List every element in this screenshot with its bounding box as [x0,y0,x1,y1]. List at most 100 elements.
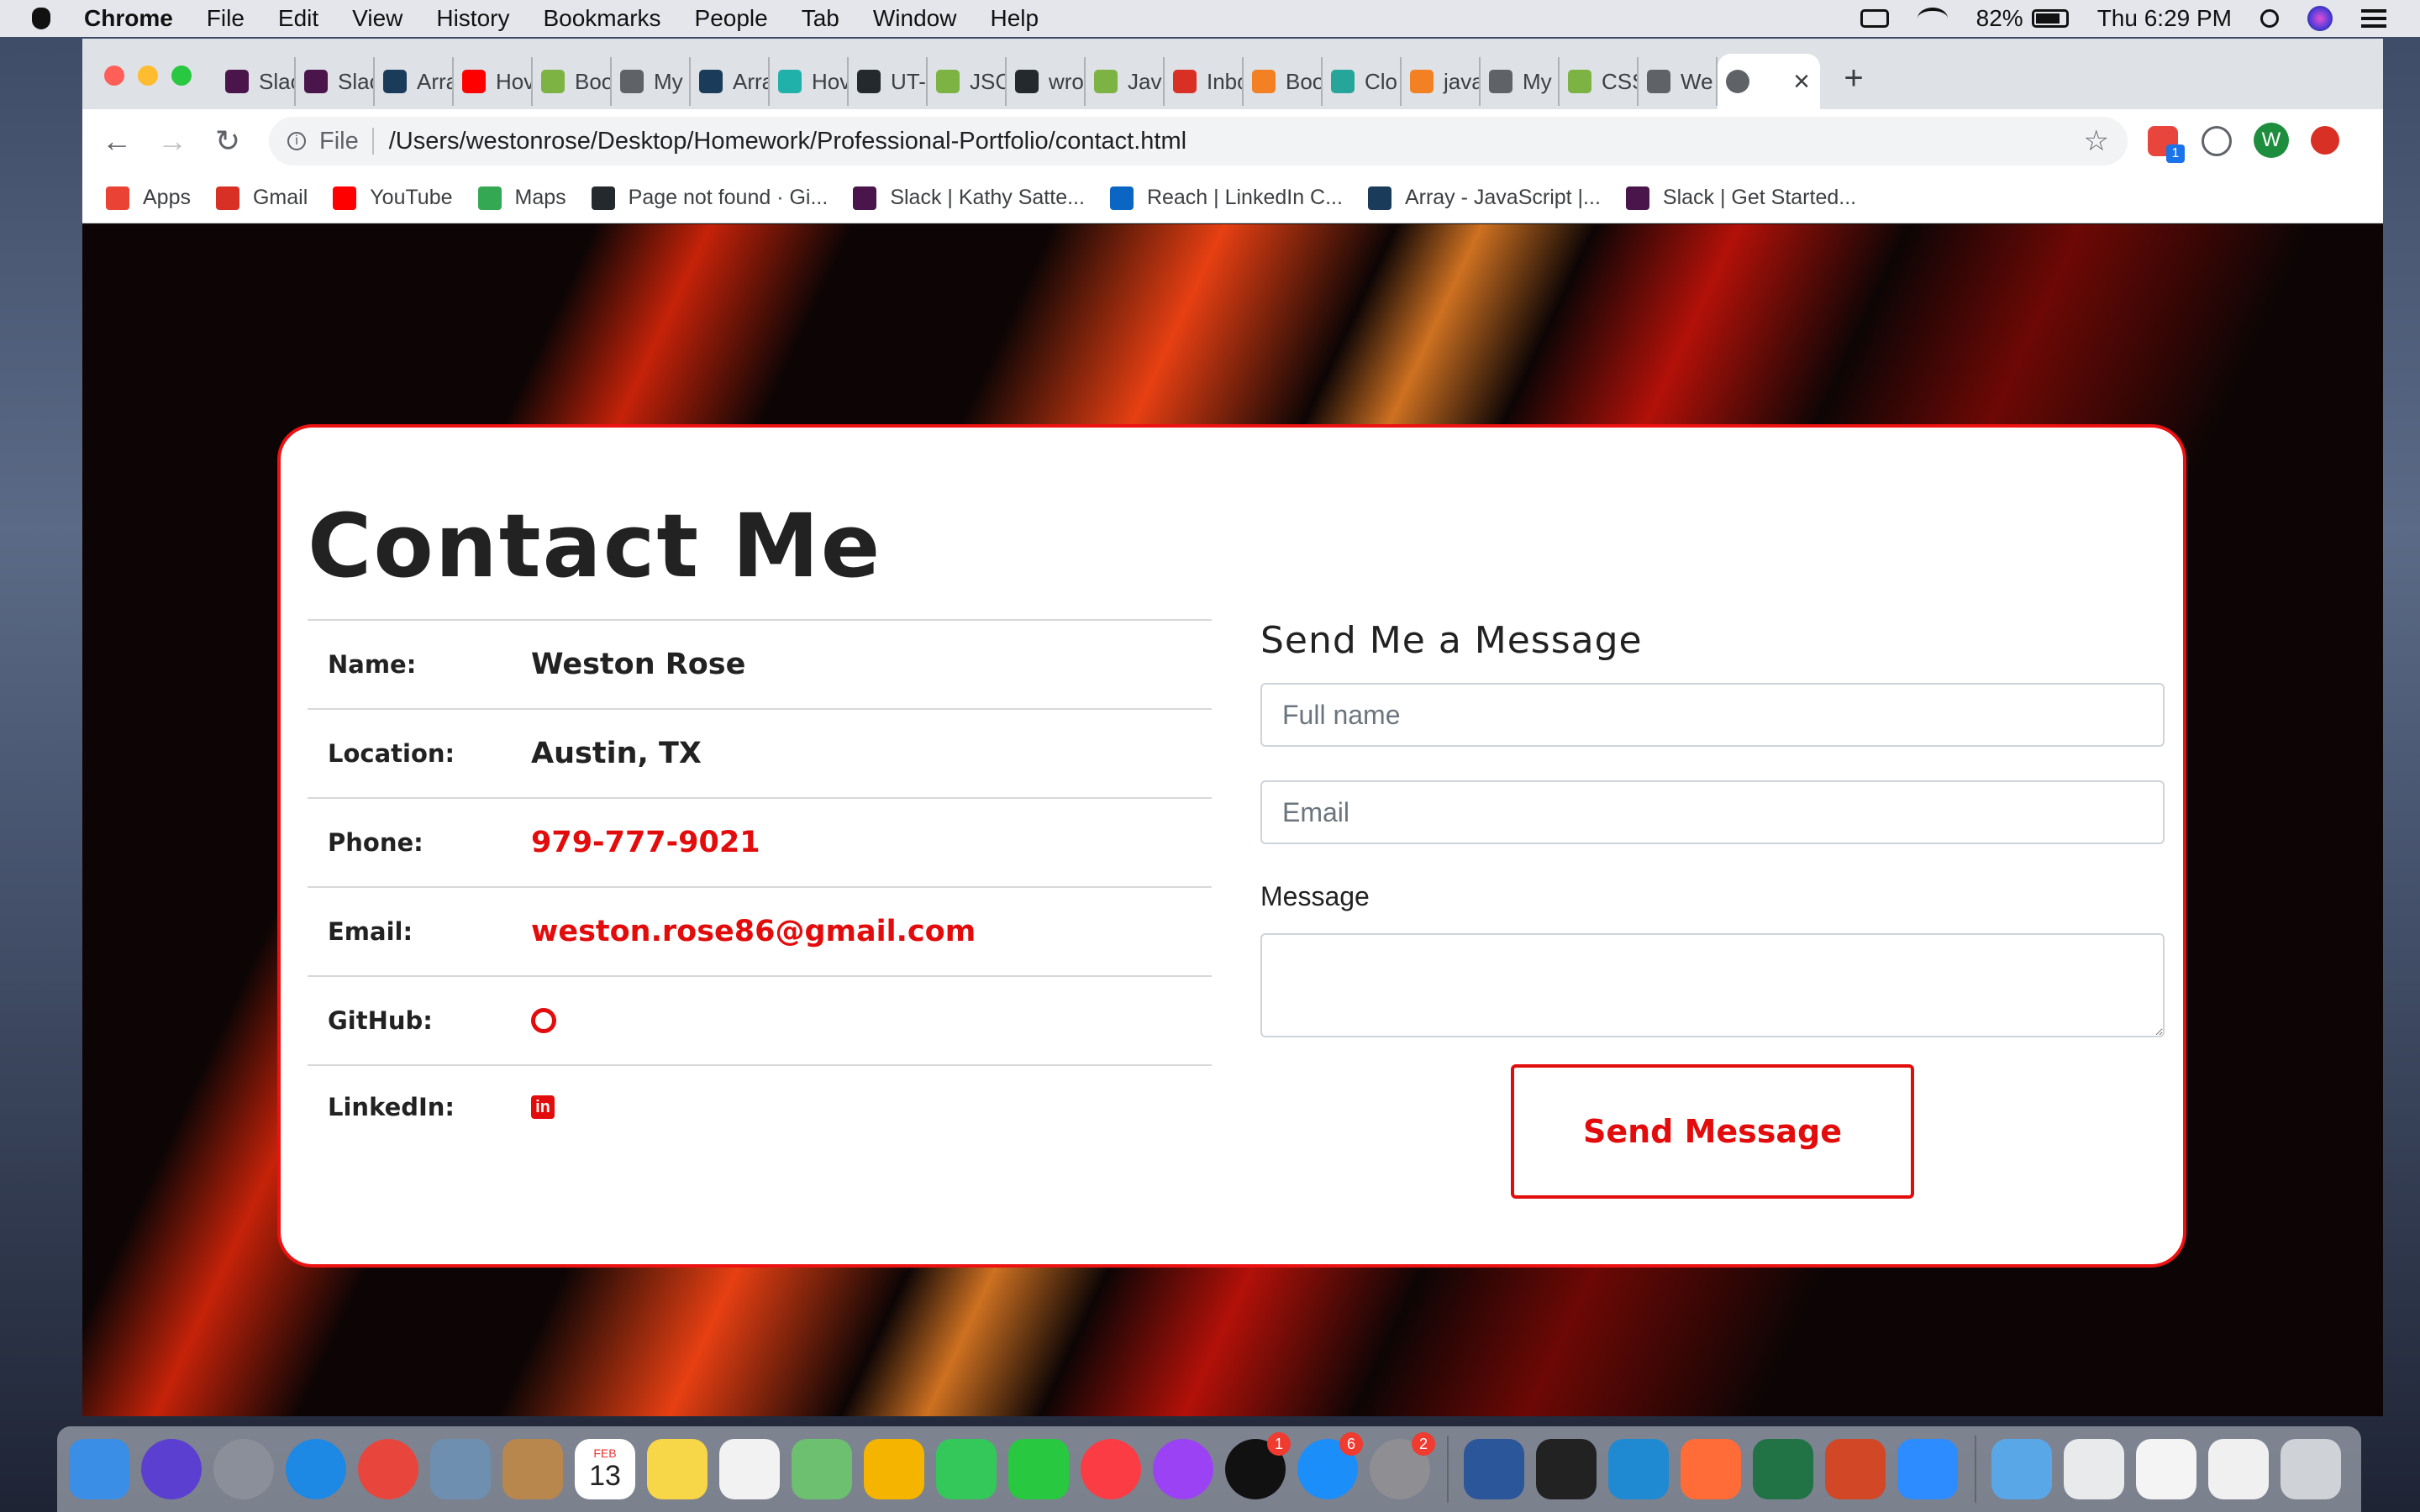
full-name-input[interactable] [1260,683,2165,747]
browser-tab[interactable]: Clo [1323,57,1402,106]
battery-icon[interactable] [2031,9,2069,28]
address-bar[interactable]: i File /Users/westonrose/Desktop/Homewor… [269,117,2128,165]
dock-app-store-icon[interactable]: 6 [1297,1432,1363,1499]
email-link[interactable]: weston.rose86@gmail.com [531,915,976,948]
browser-tab[interactable]: Slac [217,57,296,106]
dock-downloads-folder-icon[interactable] [1991,1439,2052,1499]
new-tab-button[interactable]: + [1828,54,1879,102]
bookmark-item[interactable]: Page not found · Gi... [591,186,828,210]
menu-help[interactable]: Help [990,5,1039,32]
menu-clock[interactable]: Thu 6:29 PM [2097,5,2232,32]
dock-postman-icon[interactable] [1681,1439,1741,1499]
browser-tab[interactable]: java [1402,57,1481,106]
minimize-window-button[interactable] [138,66,158,86]
menu-app-name[interactable]: Chrome [84,5,173,32]
dock-safari-icon[interactable] [286,1439,346,1499]
dock-launchpad-icon[interactable] [213,1439,274,1499]
browser-tab[interactable]: We [1639,57,1718,106]
apple-menu-icon[interactable] [32,8,50,29]
forward-icon[interactable]: → [145,113,200,169]
dock-messages-icon[interactable] [936,1439,997,1499]
dock-word-icon[interactable] [1464,1439,1524,1499]
menu-people[interactable]: People [695,5,768,32]
browser-tab[interactable]: wro [1007,57,1086,106]
dock-chrome-icon[interactable] [358,1439,418,1499]
dock-maps-icon[interactable] [792,1439,852,1499]
dock-recent-screenshot-3-icon[interactable] [2208,1439,2269,1499]
dock-facetime-icon[interactable] [1008,1439,1069,1499]
zoom-window-button[interactable] [171,66,192,86]
phone-link[interactable]: 979-777-9021 [531,826,760,859]
browser-tab[interactable]: My [612,57,691,106]
browser-tab[interactable]: Hov [454,57,533,106]
dock-terminal-icon[interactable] [1536,1439,1597,1499]
github-icon[interactable] [531,1008,556,1033]
message-textarea[interactable] [1260,933,2165,1037]
dock-recent-screenshot-2-icon[interactable] [2136,1439,2196,1499]
browser-tab[interactable]: Inbo [1165,57,1244,106]
bookmark-item[interactable]: Reach | LinkedIn C... [1109,186,1343,210]
menu-bookmarks[interactable]: Bookmarks [543,5,660,32]
back-icon[interactable]: ← [89,113,145,169]
bookmark-item[interactable]: Gmail [215,186,308,210]
close-tab-icon[interactable]: × [1793,66,1810,98]
browser-tab[interactable]: Jav [1086,57,1165,106]
extension-icon-2[interactable] [2202,126,2232,156]
update-icon[interactable] [2311,126,2339,155]
spotlight-search-icon[interactable] [2260,9,2279,28]
close-window-button[interactable] [104,66,124,86]
active-tab[interactable]: × [1718,54,1820,109]
browser-tab[interactable]: JSC [928,57,1007,106]
menu-history[interactable]: History [436,5,509,32]
browser-tab[interactable]: Arra [375,57,454,106]
dock-vscode-icon[interactable] [1608,1439,1669,1499]
site-info-icon[interactable]: i [287,132,306,150]
dock-calendar-icon[interactable]: FEB 13 [575,1439,635,1499]
dock-trash-icon[interactable] [2281,1439,2341,1499]
menu-file[interactable]: File [207,5,245,32]
dock-siri-icon[interactable] [141,1439,202,1499]
bookmark-item[interactable]: Array - JavaScript |... [1367,186,1601,210]
dock-contacts-icon[interactable] [502,1439,563,1499]
bookmark-item[interactable]: Slack | Get Started... [1625,186,1856,210]
menu-tab[interactable]: Tab [802,5,839,32]
browser-tab[interactable]: Hov [770,57,849,106]
email-input[interactable] [1260,780,2165,844]
dock-tv-icon[interactable]: 1 [1225,1432,1291,1499]
extension-icon[interactable]: 1 [2148,126,2185,163]
browser-tab[interactable]: Boo [533,57,612,106]
dock-system-preferences-icon[interactable]: 2 [1370,1432,1435,1499]
linkedin-icon[interactable]: in [531,1095,555,1119]
profile-avatar[interactable]: W [2254,123,2289,158]
dock-reminders-icon[interactable] [719,1439,780,1499]
bookmark-item[interactable]: Maps [477,186,566,210]
dock-excel-icon[interactable] [1753,1439,1813,1499]
browser-tab[interactable]: My [1481,57,1560,106]
reload-icon[interactable]: ↻ [200,113,255,169]
bookmark-item[interactable]: Apps [106,186,191,210]
browser-tab[interactable]: Slac [296,57,375,106]
url-text[interactable]: /Users/westonrose/Desktop/Homework/Profe… [389,128,1186,155]
dock-preview-icon[interactable] [430,1439,491,1499]
dock-photos-icon[interactable] [864,1439,924,1499]
menu-edit[interactable]: Edit [278,5,318,32]
camera-status-icon[interactable] [1860,9,1889,28]
dock-zoom-icon[interactable] [1897,1439,1958,1499]
bookmark-item[interactable]: Slack | Kathy Satte... [853,186,1085,210]
dock-music-icon[interactable] [1081,1439,1141,1499]
browser-tab[interactable]: Arra [691,57,770,106]
notification-center-icon[interactable] [2361,9,2386,28]
siri-icon[interactable] [2307,6,2333,31]
menu-window[interactable]: Window [873,5,957,32]
dock-powerpoint-icon[interactable] [1825,1439,1886,1499]
send-message-button[interactable]: Send Message [1511,1064,1914,1199]
bookmark-star-icon[interactable]: ☆ [2084,124,2109,158]
dock-notes-icon[interactable] [647,1439,708,1499]
dock-recent-screenshot-1-icon[interactable] [2064,1439,2124,1499]
browser-tab[interactable]: Boo [1244,57,1323,106]
browser-tab[interactable]: CSS [1560,57,1639,106]
dock-podcasts-icon[interactable] [1153,1439,1213,1499]
bookmark-item[interactable]: YouTube [333,186,453,210]
menu-view[interactable]: View [352,5,402,32]
wifi-icon[interactable] [1917,8,1948,29]
